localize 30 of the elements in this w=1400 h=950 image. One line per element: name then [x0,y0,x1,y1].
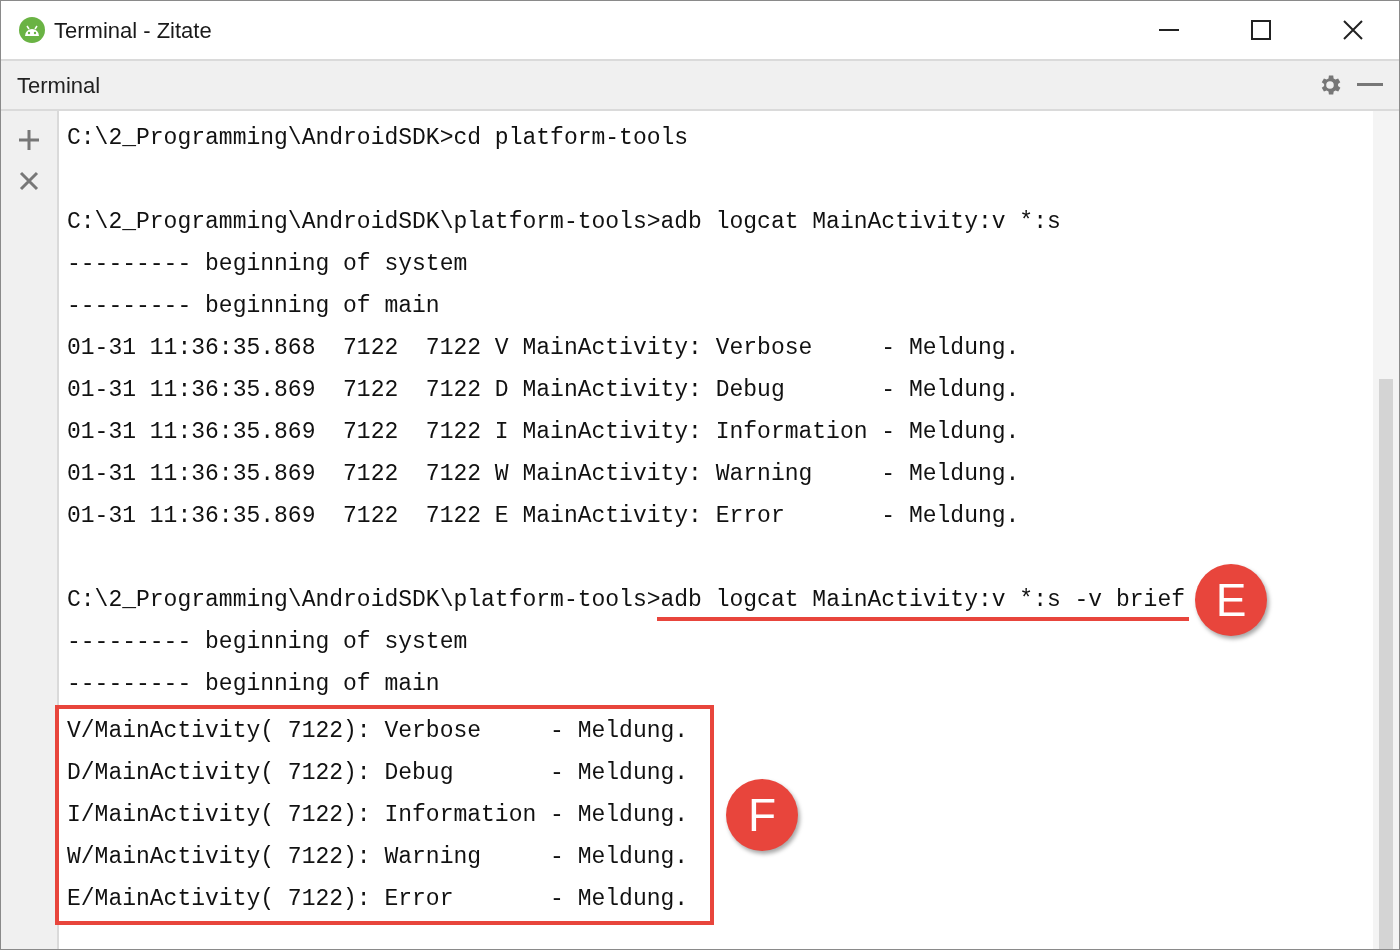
terminal-line: adb logcat MainActivity:v *:s -v brief [660,587,1185,613]
terminal-line: 01-31 11:36:35.868 7122 7122 V MainActivity: Verbose - Meldung. [67,334,1020,363]
android-logo-icon [18,16,46,44]
terminal-line: C:\2_Programming\AndroidSDK>cd platform-tools [67,124,689,153]
marker-badge: E [1195,564,1267,636]
add-icon[interactable] [18,129,40,151]
maximize-icon [1251,20,1271,40]
terminal-line: --------- beginning of main [67,292,440,321]
terminal-line: D/MainActivity( 7122): Debug - Meldung. [67,759,689,788]
terminal-line: --------- beginning of system [67,250,468,279]
window-title: Terminal - Zitate [54,16,212,45]
terminal-line: E/MainActivity( 7122): Error - Meldung. [67,885,689,914]
terminal-line: W/MainActivity( 7122): Warning - Meldung. [67,843,689,872]
terminal-line: 01-31 11:36:35.869 7122 7122 I MainActivity: Information - Meldung. [67,418,1020,447]
terminal-line: C:\2_Programming\AndroidSDK\platform-tools>adb logcat MainActivity:v *:s [67,208,1061,237]
terminal-line: --------- beginning of main [67,670,440,699]
terminal-line: 01-31 11:36:35.869 7122 7122 D MainActivity: Debug - Meldung. [67,376,1020,405]
panel-title: Terminal [17,71,101,100]
terminal-line: 01-31 11:36:35.869 7122 7122 W MainActivity: Warning - Meldung. [67,460,1020,489]
scrollbar-thumb[interactable] [1379,379,1393,949]
terminal-line: 01-31 11:36:35.869 7122 7122 E MainActivity: Error - Meldung. [67,502,1020,531]
close-icon [1343,20,1363,40]
terminal-line: I/MainActivity( 7122): Information - Meldung. [67,801,689,830]
close-icon[interactable] [19,171,39,191]
minimize-icon [1159,29,1179,31]
minimize-panel-icon[interactable] [1357,83,1383,87]
terminal-line: V/MainActivity( 7122): Verbose - Meldung. [67,717,689,746]
terminal-line: --------- beginning of system [67,628,468,657]
marker-badge: F [726,779,799,851]
terminal-line: C:\2_Programming\AndroidSDK\platform-tools> [67,586,661,615]
